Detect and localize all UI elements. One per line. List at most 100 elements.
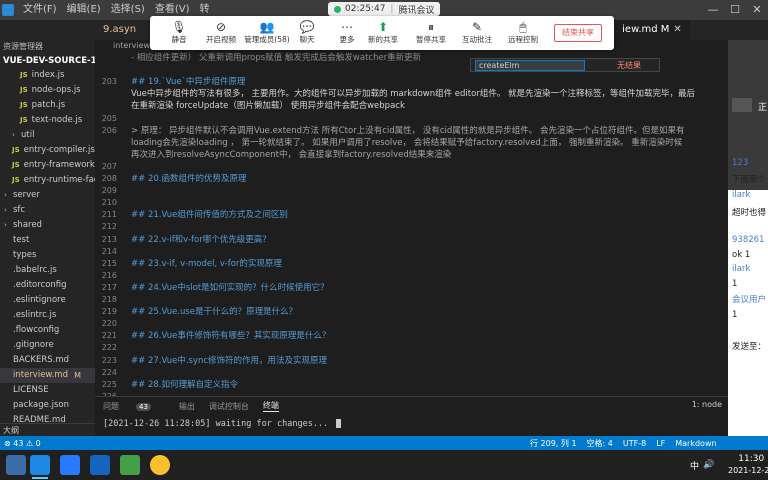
- tree-item[interactable]: JS entry-compiler.js: [0, 143, 95, 158]
- outline-section[interactable]: 大纲: [0, 423, 95, 436]
- panel-tab-terminal[interactable]: 终端: [262, 400, 279, 412]
- project-root[interactable]: VUE-DEV-SOURCE-1: [0, 54, 95, 68]
- tree-item[interactable]: › sfc: [0, 203, 95, 218]
- window-controls: — ☐ ✕: [702, 0, 768, 20]
- chrome-icon[interactable]: [6, 455, 26, 475]
- code-line[interactable]: 216: [95, 270, 728, 282]
- line-text: 再次进入到resolveAsyncComponent中， 会直接拿到factor…: [131, 149, 452, 160]
- tree-item[interactable]: › util: [0, 128, 95, 143]
- network-status-icon: [334, 5, 341, 13]
- tree-item[interactable]: JS text-node.js: [0, 113, 95, 128]
- code-line[interactable]: 222: [95, 342, 728, 354]
- code-line[interactable]: 211 ## 21.Vue组件间传值的方式及之间区别: [95, 209, 728, 221]
- code-line[interactable]: 再次进入到resolveAsyncComponent中， 会直接拿到factor…: [95, 149, 728, 161]
- code-line[interactable]: 215 ## 23.v-if, v-model, v-for的实现原理: [95, 258, 728, 270]
- end-share-button[interactable]: 结束共享: [554, 24, 602, 42]
- windows-taskbar: 中 🔊 11:30 2021-12-26: [0, 450, 768, 480]
- code-line[interactable]: 225 ## 28.如何理解自定义指令: [95, 379, 728, 391]
- code-line[interactable]: loading会先渲染loading ， 第一轮就结束了。 如果用户调用了res…: [95, 137, 728, 149]
- code-line[interactable]: 203 ## 19.`Vue`中异步组件原理: [95, 76, 728, 88]
- tab-async[interactable]: 9.asyn: [95, 20, 144, 40]
- code-editor[interactable]: interview.md - 相应组件更新） 父重新调用props赋值 触发完成…: [95, 40, 728, 396]
- tree-item[interactable]: .flowconfig: [0, 323, 95, 338]
- vscode-icon[interactable]: [30, 455, 50, 479]
- tree-item[interactable]: JSentry-framework.js: [0, 158, 95, 173]
- tree-item[interactable]: types: [0, 248, 95, 263]
- code-line[interactable]: 220: [95, 318, 728, 330]
- terminal-selector[interactable]: 1: node: [692, 400, 722, 409]
- line-text: ## 27.Vue中.sync修饰符的作用，用法及实现原理: [131, 355, 328, 366]
- tree-item[interactable]: .gitignore: [0, 338, 95, 353]
- minimize-icon[interactable]: —: [702, 0, 724, 20]
- code-line[interactable]: 207: [95, 161, 728, 173]
- code-line[interactable]: 217 ## 24.Vue中slot是如何实现的？什么时候使用它？: [95, 282, 728, 294]
- ime-indicator[interactable]: 中: [690, 459, 699, 472]
- remote-control-button[interactable]: 🖱 远程控制: [496, 19, 550, 49]
- code-line[interactable]: 210: [95, 197, 728, 209]
- tab-interview-md[interactable]: iew.md M ✕: [614, 20, 690, 40]
- code-line[interactable]: 212: [95, 221, 728, 233]
- tree-item[interactable]: JS index.js: [0, 68, 95, 83]
- tree-item[interactable]: test: [0, 233, 95, 248]
- code-line[interactable]: 206 > 原理： 异步组件默认不会调用Vue.extend方法 所有Ctor上没…: [95, 125, 728, 137]
- tree-item[interactable]: .eslintrc.js: [0, 308, 95, 323]
- tree-item[interactable]: .eslintignore: [0, 293, 95, 308]
- status-errors[interactable]: ⊗ 43 ⚠ 0: [4, 439, 41, 448]
- screen: 文件(F) 编辑(E) 选择(S) 查看(V) 转 — ☐ ✕ 9.asyn i…: [0, 0, 768, 480]
- tree-item[interactable]: LICENSE: [0, 383, 95, 398]
- line-number: 207: [101, 161, 117, 171]
- tree-item-label: index.js: [31, 70, 65, 80]
- line-number: 209: [101, 186, 117, 196]
- menu-selection[interactable]: 选择(S): [106, 0, 150, 20]
- panel-tab-debug-console[interactable]: 调试控制台: [209, 401, 249, 412]
- line-text: 在重新渲染 forceUpdate（图片懒加载） 使用异步组件会配合webpac…: [131, 101, 405, 112]
- tree-item[interactable]: BACKERS.md: [0, 353, 95, 368]
- status-eol[interactable]: LF: [656, 439, 665, 448]
- tencent-meeting-icon[interactable]: [60, 455, 80, 475]
- code-line[interactable]: 208 ## 20.函数组件的优势及原理: [95, 173, 728, 185]
- code-line[interactable]: 213 ## 22.v-if和v-for哪个优先级更高？: [95, 234, 728, 246]
- close-tab-icon[interactable]: ✕: [673, 24, 681, 35]
- status-language[interactable]: Markdown: [675, 439, 716, 448]
- code-line[interactable]: Vue中异步组件的写法有很多， 主要用作。大的组件可以异步加载的 markdow…: [95, 88, 728, 100]
- tree-item[interactable]: .babelrc.js: [0, 263, 95, 278]
- tree-item[interactable]: › shared: [0, 218, 95, 233]
- menu-edit[interactable]: 编辑(E): [62, 0, 106, 20]
- separator: |: [390, 4, 394, 14]
- code-line[interactable]: 在重新渲染 forceUpdate（图片懒加载） 使用异步组件会配合webpac…: [95, 100, 728, 112]
- panel-tab-output[interactable]: 输出: [179, 401, 195, 412]
- maximize-icon[interactable]: ☐: [724, 0, 746, 20]
- tree-item[interactable]: package.json: [0, 398, 95, 413]
- code-line[interactable]: 218: [95, 294, 728, 306]
- code-line[interactable]: 209: [95, 185, 728, 197]
- code-line[interactable]: 223 ## 27.Vue中.sync修饰符的作用，用法及实现原理: [95, 355, 728, 367]
- tree-item[interactable]: JSentry-runtime-fac...: [0, 173, 95, 188]
- tree-item[interactable]: interview.md M: [0, 368, 95, 383]
- meeting-toolbar: 🎙 静音 ⊘ 开启视频 👥 管理成员(58) 💬 聊天 ⋯ 更多 ⬆ 新的共享 …: [150, 16, 614, 50]
- code-line[interactable]: 224: [95, 367, 728, 379]
- panel-tab-problems[interactable]: 问题 43: [103, 401, 165, 412]
- tree-item[interactable]: .editorconfig: [0, 278, 95, 293]
- app-icon[interactable]: [120, 455, 140, 475]
- tree-item[interactable]: › server: [0, 188, 95, 203]
- code-line[interactable]: 221 ## 26.Vue事件修饰符有哪些？其实现原理是什么？: [95, 330, 728, 342]
- close-window-icon[interactable]: ✕: [746, 0, 768, 20]
- speaker-icon[interactable]: 🔊: [703, 460, 714, 470]
- code-line[interactable]: 205: [95, 113, 728, 125]
- system-clock[interactable]: 11:30 2021-12-26: [728, 453, 768, 477]
- tree-item[interactable]: JS patch.js: [0, 98, 95, 113]
- status-encoding[interactable]: UTF-8: [623, 439, 646, 448]
- status-position[interactable]: 行 209, 列 1: [530, 438, 577, 449]
- code-line[interactable]: 219 ## 25.Vue.use是干什么的？原理是什么？: [95, 306, 728, 318]
- code-line[interactable]: 214: [95, 246, 728, 258]
- new-share-button[interactable]: ⬆ 新的共享: [356, 19, 410, 49]
- find-input[interactable]: createElm: [475, 60, 585, 71]
- menu-file[interactable]: 文件(F): [18, 0, 62, 20]
- ie-icon[interactable]: [90, 455, 110, 475]
- tree-item[interactable]: JS node-ops.js: [0, 83, 95, 98]
- vscode-logo-icon: [2, 4, 14, 16]
- tree-item-label: types: [13, 250, 37, 260]
- browser-icon[interactable]: [150, 455, 170, 475]
- status-spaces[interactable]: 空格: 4: [587, 438, 613, 449]
- line-number: 203: [101, 77, 117, 87]
